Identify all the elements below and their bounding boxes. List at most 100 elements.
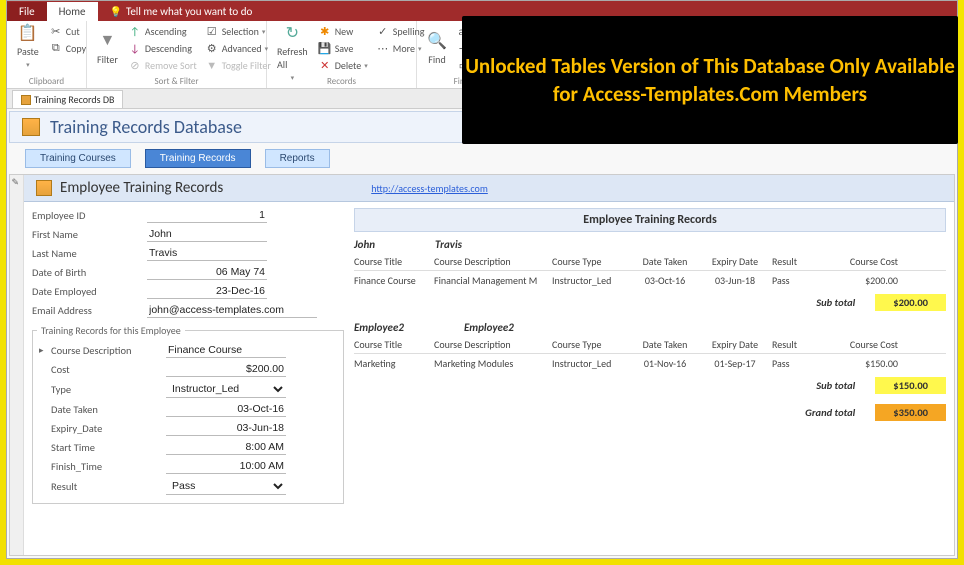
remove-sort-icon: ⊘ <box>128 58 142 72</box>
new-button[interactable]: ✱New <box>316 23 370 39</box>
form-link[interactable]: http://access-templates.com <box>371 182 488 195</box>
group-last-name: Travis <box>435 238 462 251</box>
advanced-button[interactable]: ⚙Advanced▾ <box>203 40 273 56</box>
find-icon: 🔍 <box>427 31 447 51</box>
form-title: Employee Training Records <box>60 179 223 197</box>
col-cost: Course Cost <box>822 255 902 268</box>
tell-me[interactable]: 💡Tell me what you want to do <box>98 2 265 21</box>
report-title: Employee Training Records <box>359 213 941 227</box>
expiry-date-field[interactable] <box>166 421 286 436</box>
save-button[interactable]: 💾Save <box>316 40 370 56</box>
advanced-icon: ⚙ <box>205 41 219 55</box>
paste-icon: 📋 <box>18 23 38 43</box>
selection-button[interactable]: ☑Selection▾ <box>203 23 273 39</box>
employee-id-field[interactable] <box>147 208 267 223</box>
col-date-taken: Date Taken <box>632 338 702 351</box>
col-desc: Course Description <box>434 255 552 268</box>
db-title: Training Records Database <box>50 116 242 138</box>
bulb-icon: 💡 <box>110 5 122 18</box>
record-selector[interactable]: ✎ <box>10 175 24 555</box>
tab-home[interactable]: Home <box>47 2 98 21</box>
col-expiry: Expiry Date <box>702 255 772 268</box>
col-cost: Course Cost <box>822 338 902 351</box>
selection-icon: ☑ <box>205 24 219 38</box>
label-result: Result <box>51 480 166 493</box>
cut-icon: ✂ <box>49 24 63 38</box>
table-row: MarketingMarketing ModulesInstructor_Led… <box>354 354 946 373</box>
start-time-field[interactable] <box>166 440 286 455</box>
label-start-time: Start Time <box>51 441 166 454</box>
remove-sort-button[interactable]: ⊘Remove Sort <box>126 57 199 73</box>
tab-file[interactable]: File <box>7 2 47 21</box>
col-expiry: Expiry Date <box>702 338 772 351</box>
group-sort-label: Sort & Filter <box>87 75 266 88</box>
date-taken-field[interactable] <box>166 402 286 417</box>
col-result: Result <box>772 255 822 268</box>
filter-button[interactable]: ▼Filter <box>93 23 122 73</box>
descending-button[interactable]: ↓Descending <box>126 40 199 56</box>
copy-icon: ⧉ <box>49 41 63 55</box>
group-first-name: John <box>354 238 375 251</box>
form-icon <box>21 95 31 105</box>
ascending-button[interactable]: ↑Ascending <box>126 23 199 39</box>
delete-button[interactable]: ✕Delete▾ <box>316 57 370 73</box>
asc-icon: ↑ <box>128 24 142 38</box>
label-finish-time: Finish_Time <box>51 460 166 473</box>
finish-time-field[interactable] <box>166 459 286 474</box>
nav-courses[interactable]: Training Courses <box>25 149 131 168</box>
sub-total-value: $200.00 <box>875 294 946 311</box>
subform-legend: Training Records for this Employee <box>37 324 185 337</box>
col-type: Course Type <box>552 338 632 351</box>
cost-field[interactable] <box>166 362 286 377</box>
email-field[interactable] <box>147 303 317 318</box>
paste-button[interactable]: 📋Paste▾ <box>13 23 43 69</box>
save-icon: 💾 <box>318 41 332 55</box>
label-date-taken: Date Taken <box>51 403 166 416</box>
toggle-filter-button[interactable]: ▼Toggle Filter <box>203 57 273 73</box>
label-expiry-date: Expiry_Date <box>51 422 166 435</box>
triangle-icon: ▸ <box>39 345 49 359</box>
date-employed-field[interactable] <box>147 284 267 299</box>
document-tab[interactable]: Training Records DB <box>12 90 123 108</box>
promo-text: Unlocked Tables Version of This Database… <box>462 52 958 109</box>
subform-record-selector[interactable]: ▸ <box>37 343 51 499</box>
label-employee-id: Employee ID <box>32 209 147 222</box>
group-last-name: Employee2 <box>464 321 514 334</box>
label-date-employed: Date Employed <box>32 285 147 298</box>
label-type: Type <box>51 383 166 396</box>
col-date-taken: Date Taken <box>632 255 702 268</box>
col-type: Course Type <box>552 255 632 268</box>
db-icon <box>22 118 40 136</box>
course-desc-field[interactable] <box>166 343 286 358</box>
first-name-field[interactable] <box>147 227 267 242</box>
cut-button[interactable]: ✂Cut <box>47 23 88 39</box>
sub-total-label: Sub total <box>816 296 855 309</box>
refresh-icon: ↻ <box>282 23 302 43</box>
grand-total-value: $350.00 <box>875 404 946 421</box>
new-icon: ✱ <box>318 24 332 38</box>
sub-total-label: Sub total <box>816 379 855 392</box>
find-button[interactable]: 🔍Find <box>423 23 451 73</box>
label-last-name: Last Name <box>32 247 147 260</box>
label-course-desc: Course Description <box>51 344 166 357</box>
refresh-button[interactable]: ↻Refresh All▾ <box>273 23 312 82</box>
label-cost: Cost <box>51 363 166 376</box>
group-first-name: Employee2 <box>354 321 404 334</box>
label-first-name: First Name <box>32 228 147 241</box>
nav-records[interactable]: Training Records <box>145 149 251 168</box>
dob-field[interactable] <box>147 265 267 280</box>
col-desc: Course Description <box>434 338 552 351</box>
more-icon: ⋯ <box>376 41 390 55</box>
type-select[interactable]: Instructor_Led <box>166 381 286 398</box>
label-dob: Date of Birth <box>32 266 147 279</box>
last-name-field[interactable] <box>147 246 267 261</box>
copy-button[interactable]: ⧉Copy <box>47 40 88 56</box>
promo-overlay: Unlocked Tables Version of This Database… <box>462 16 958 144</box>
delete-icon: ✕ <box>318 58 332 72</box>
toggle-icon: ▼ <box>205 58 219 72</box>
col-result: Result <box>772 338 822 351</box>
nav-reports[interactable]: Reports <box>265 149 330 168</box>
result-select[interactable]: Pass <box>166 478 286 495</box>
group-clipboard-label: Clipboard <box>7 75 86 88</box>
form-header-icon <box>36 180 52 196</box>
